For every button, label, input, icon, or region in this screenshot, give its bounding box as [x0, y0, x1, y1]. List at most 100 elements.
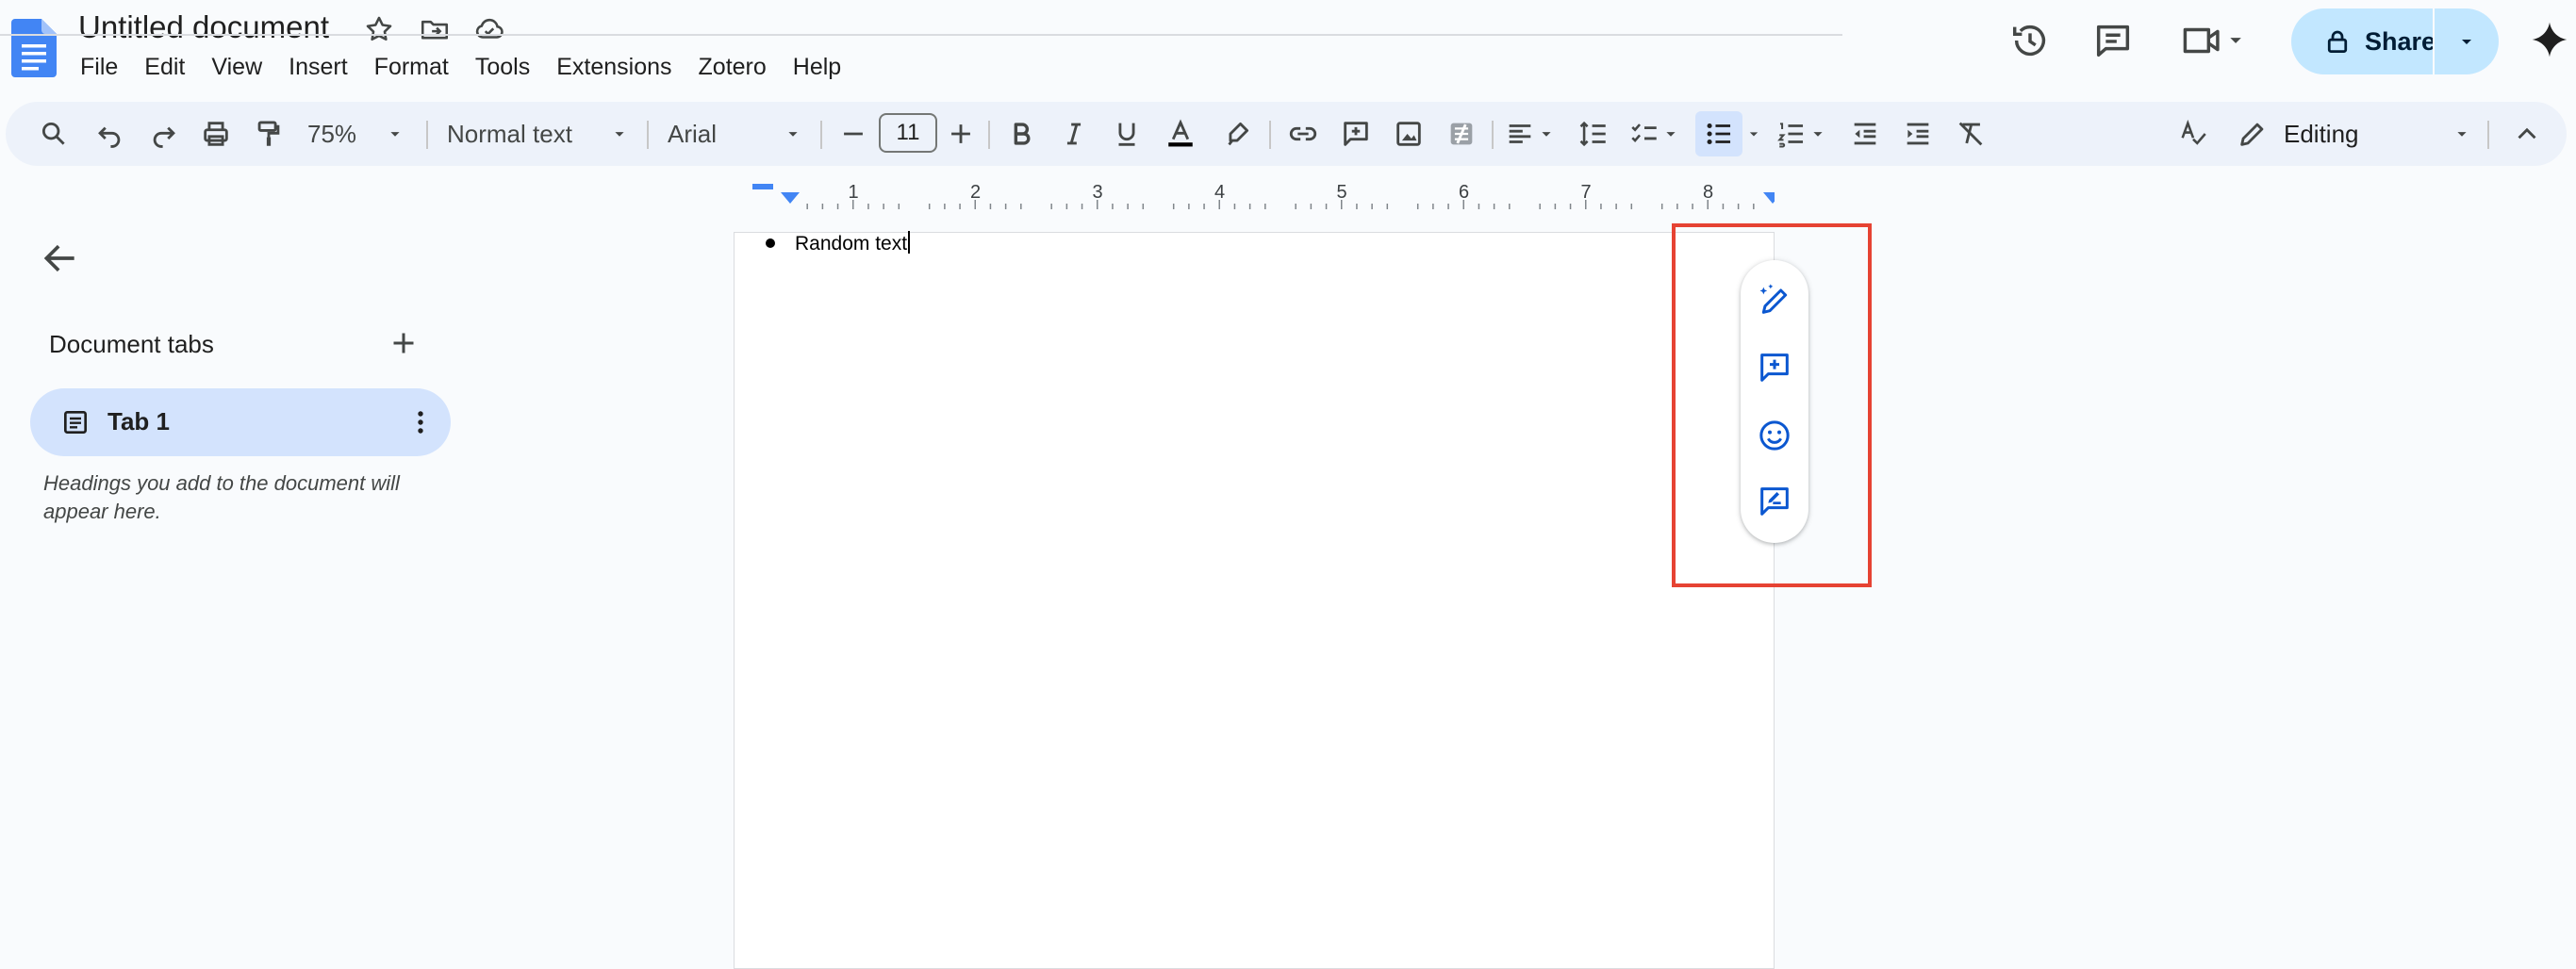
numbered-list-select[interactable] — [1771, 102, 1833, 166]
font-family-value: Arial — [668, 119, 718, 148]
editing-caret-icon — [2457, 132, 2467, 137]
star-icon[interactable] — [363, 13, 395, 45]
align-select[interactable] — [1499, 102, 1561, 166]
decrease-font-size-icon[interactable] — [832, 102, 875, 166]
decrease-indent-icon[interactable] — [1841, 102, 1890, 166]
ruler-scale: 1 2 3 4 5 6 7 8 — [752, 182, 1775, 209]
ruler: 1 2 3 4 5 6 7 8 — [734, 175, 1775, 209]
ruler-number: 2 — [970, 182, 981, 203]
document-title[interactable]: Untitled document — [78, 9, 329, 45]
underline-icon[interactable] — [1103, 102, 1150, 166]
document-icon — [60, 407, 91, 437]
menu-bar: File Edit View Insert Format Tools Exten… — [67, 51, 854, 83]
menu-tools[interactable]: Tools — [462, 51, 543, 83]
line-spacing-icon[interactable] — [1569, 102, 1618, 166]
paragraph-style-value: Normal text — [447, 119, 572, 148]
sidebar-tab-1[interactable]: Tab 1 — [30, 388, 451, 456]
font-caret-icon — [788, 132, 798, 137]
version-history-icon[interactable] — [2008, 19, 2052, 62]
checklist-select[interactable] — [1624, 102, 1686, 166]
bullet-caret-icon[interactable] — [1744, 102, 1763, 166]
bulleted-list-button[interactable] — [1695, 111, 1742, 156]
toolbar-separator — [988, 121, 990, 149]
share-options-chevron-icon[interactable] — [2435, 8, 2499, 74]
numbered-caret-icon — [1813, 132, 1823, 137]
share-label: Share — [2365, 26, 2436, 56]
insert-image-icon[interactable] — [1384, 102, 1433, 166]
spelling-check-icon[interactable] — [2169, 102, 2218, 166]
document-page[interactable] — [734, 232, 1775, 969]
style-caret-icon — [615, 132, 624, 137]
zoom-select[interactable]: 75% — [300, 102, 413, 166]
menu-format[interactable]: Format — [361, 51, 462, 83]
ruler-number: 6 — [1459, 182, 1469, 203]
editing-mode-label: Editing — [2284, 119, 2359, 148]
building-blocks-icon[interactable] — [1437, 102, 1486, 166]
clear-formatting-icon[interactable] — [1946, 102, 1995, 166]
numbered-list-icon — [1777, 123, 1804, 148]
lock-icon — [2323, 27, 2352, 56]
undo-icon[interactable] — [85, 102, 134, 166]
annotation-highlight-box — [1672, 223, 1872, 587]
menu-zotero[interactable]: Zotero — [685, 51, 780, 83]
first-line-indent-marker[interactable] — [752, 184, 773, 189]
comments-icon[interactable] — [2091, 19, 2135, 62]
document-text: Random text — [795, 233, 908, 255]
toolbar-separator — [1492, 121, 1494, 149]
add-comment-icon[interactable] — [1331, 102, 1380, 166]
align-left-icon — [1509, 124, 1531, 143]
zoom-value: 75% — [307, 119, 357, 148]
ruler-number: 3 — [1092, 182, 1102, 203]
bullet-point — [766, 238, 775, 248]
print-icon[interactable] — [190, 102, 241, 166]
menu-view[interactable]: View — [198, 51, 275, 83]
menu-extensions[interactable]: Extensions — [543, 51, 685, 83]
highlight-color-icon[interactable] — [1213, 102, 1262, 166]
text-color-icon[interactable] — [1156, 102, 1205, 166]
hide-menus-chevron-up-icon[interactable] — [2502, 102, 2551, 166]
font-family-select[interactable]: Arial — [660, 102, 811, 166]
ruler-number: 4 — [1214, 182, 1225, 203]
toolbar-separator — [647, 121, 649, 149]
increase-indent-icon[interactable] — [1893, 102, 1942, 166]
menu-insert[interactable]: Insert — [275, 51, 361, 83]
toolbar-separator — [820, 121, 822, 149]
left-indent-marker[interactable] — [781, 192, 800, 204]
cloud-saved-icon[interactable] — [473, 13, 505, 45]
ruler-baseline — [0, 34, 1842, 36]
zoom-caret-icon — [390, 132, 400, 137]
insert-link-icon[interactable] — [1279, 102, 1328, 166]
redo-icon[interactable] — [140, 102, 189, 166]
menu-help[interactable]: Help — [780, 51, 854, 83]
ruler-number: 5 — [1336, 182, 1346, 203]
gemini-icon[interactable] — [2529, 19, 2570, 60]
document-tabs-heading: Document tabs — [49, 330, 214, 358]
add-tab-icon[interactable] — [387, 326, 421, 360]
right-indent-marker[interactable] — [1763, 192, 1775, 204]
font-size-input[interactable]: 11 — [879, 113, 937, 153]
back-arrow-icon[interactable] — [40, 238, 81, 279]
tabs-empty-hint: Headings you add to the document will ap… — [43, 471, 400, 523]
increase-font-size-icon[interactable] — [939, 102, 983, 166]
paragraph-style-select[interactable]: Normal text — [439, 102, 637, 166]
toolbar-separator — [2487, 121, 2489, 149]
italic-icon[interactable] — [1050, 102, 1098, 166]
share-main[interactable]: Share — [2291, 8, 2436, 74]
menu-file[interactable]: File — [67, 51, 131, 83]
text-cursor — [908, 231, 911, 254]
document-text-line[interactable]: Random text — [795, 231, 911, 255]
menu-edit[interactable]: Edit — [131, 51, 198, 83]
editing-mode-select[interactable]: Editing — [2229, 102, 2472, 166]
tab-label: Tab 1 — [107, 407, 170, 435]
ruler-number: 7 — [1580, 182, 1591, 203]
toolbar-separator — [1269, 121, 1271, 149]
bold-icon[interactable] — [998, 102, 1045, 166]
share-button[interactable]: Share — [2291, 8, 2499, 74]
header: Untitled document File Edit View Insert … — [0, 0, 2576, 98]
meet-call-icon[interactable] — [2178, 19, 2254, 62]
paint-format-icon[interactable] — [243, 102, 294, 166]
docs-logo-icon[interactable] — [11, 19, 57, 77]
more-options-icon[interactable] — [404, 405, 438, 439]
search-menus-icon[interactable] — [28, 102, 79, 166]
move-folder-icon[interactable] — [419, 13, 451, 45]
